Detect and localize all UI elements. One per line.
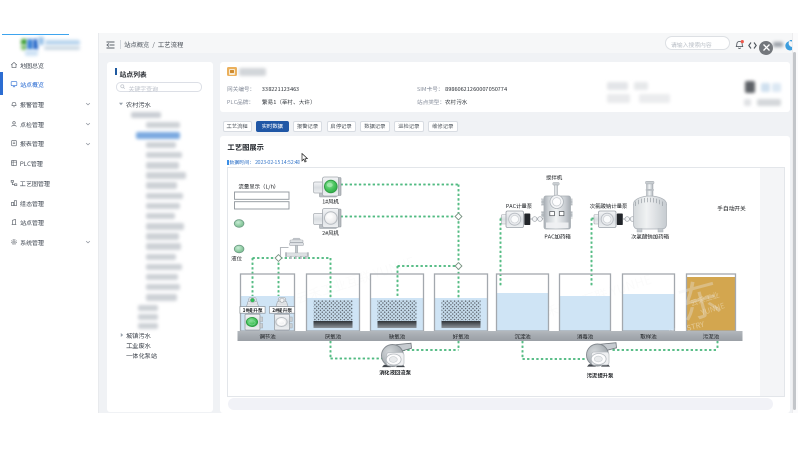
svg-text:沉淀池: 沉淀池 — [514, 333, 531, 341]
svg-text:搅拌机: 搅拌机 — [545, 174, 562, 182]
svg-text:次氯酸钠加药箱: 次氯酸钠加药箱 — [631, 233, 669, 241]
svg-text:1#风机: 1#风机 — [322, 198, 339, 206]
svg-text:污泥提升泵: 污泥提升泵 — [586, 372, 613, 380]
svg-text:液位: 液位 — [231, 255, 242, 263]
svg-text:调节池: 调节池 — [259, 333, 276, 341]
svg-text:1#提升泵: 1#提升泵 — [242, 307, 262, 314]
svg-text:取样池: 取样池 — [639, 333, 657, 341]
svg-text:次氯酸钠计量泵: 次氯酸钠计量泵 — [589, 202, 627, 210]
svg-text:2#风机: 2#风机 — [322, 229, 339, 237]
svg-text:手自动开关: 手自动开关 — [717, 204, 746, 213]
svg-text:PAC加药箱: PAC加药箱 — [544, 233, 571, 241]
svg-text:厌氧池: 厌氧池 — [324, 333, 341, 341]
svg-text:污泥池: 污泥池 — [702, 333, 719, 341]
svg-text:好氧池: 好氧池 — [451, 333, 469, 341]
svg-text:缺氧池: 缺氧池 — [388, 333, 405, 341]
svg-text:流量显示（L/h）: 流量显示（L/h） — [238, 183, 279, 191]
svg-text:消化液回流泵: 消化液回流泵 — [378, 369, 411, 377]
svg-text:2#提升泵: 2#提升泵 — [270, 307, 291, 314]
svg-text:消毒池: 消毒池 — [576, 333, 593, 341]
svg-text:PAC计量泵: PAC计量泵 — [505, 202, 532, 210]
